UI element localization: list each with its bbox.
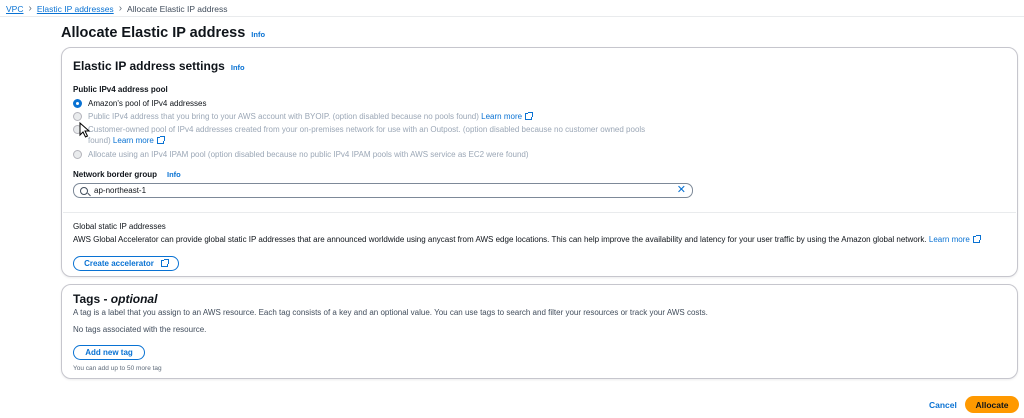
tags-panel: Tags - optional A tag is a label that yo…: [61, 284, 1018, 379]
breadcrumb: VPC › Elastic IP addresses › Allocate El…: [6, 3, 228, 15]
page-title: Allocate Elastic IP address Info: [61, 25, 265, 41]
tags-title-optional: optional: [110, 292, 158, 306]
border-group-label: Network border group Info: [73, 170, 181, 179]
tags-title-text: Tags -: [73, 292, 111, 306]
chevron-right-icon: ›: [28, 3, 32, 14]
create-accelerator-label: Create accelerator: [84, 259, 154, 268]
radio-button-selected[interactable]: [73, 99, 82, 108]
mouse-cursor-icon: [79, 122, 91, 138]
tags-description: A tag is a label that you assign to an A…: [73, 308, 708, 317]
settings-info-link[interactable]: Info: [231, 63, 245, 72]
radio-label-text-cont: found): [88, 136, 111, 145]
page-info-link[interactable]: Info: [251, 30, 265, 39]
learn-more-link[interactable]: Learn more: [112, 136, 165, 145]
breadcrumb-current: Allocate Elastic IP address: [127, 4, 228, 14]
radio-label: Amazon's pool of IPv4 addresses: [88, 99, 207, 108]
radio-label-text: Customer-owned pool of IPv4 addresses cr…: [88, 125, 646, 134]
radio-amazon-pool[interactable]: Amazon's pool of IPv4 addresses: [73, 98, 206, 109]
radio-ipam-pool[interactable]: Allocate using an IPv4 IPAM pool (option…: [73, 149, 529, 160]
learn-more-link-text: Learn more: [481, 112, 523, 121]
radio-button-disabled[interactable]: [73, 112, 82, 121]
breadcrumb-elastic-ip-link[interactable]: Elastic IP addresses: [37, 4, 114, 14]
elastic-ip-settings-panel: Elastic IP address settings Info Public …: [61, 47, 1018, 277]
radio-customer-owned-pool[interactable]: Customer-owned pool of IPv4 addresses cr…: [73, 124, 713, 146]
settings-title-text: Elastic IP address settings: [73, 59, 225, 73]
close-icon[interactable]: ✕: [677, 185, 686, 196]
radio-button-disabled[interactable]: [73, 150, 82, 159]
external-link-icon: [160, 259, 169, 267]
chevron-right-icon: ›: [118, 3, 123, 14]
learn-more-link[interactable]: Learn more: [481, 112, 534, 121]
cancel-button[interactable]: Cancel: [929, 400, 957, 410]
global-static-ip-title: Global static IP addresses: [73, 222, 166, 231]
global-static-ip-description: AWS Global Accelerator can provide globa…: [73, 234, 1003, 245]
page-title-text: Allocate Elastic IP address: [61, 25, 246, 41]
no-tags-message: No tags associated with the resource.: [73, 325, 207, 334]
radio-label: Customer-owned pool of IPv4 addresses cr…: [88, 124, 645, 146]
external-link-icon: [525, 112, 534, 120]
add-new-tag-button[interactable]: Add new tag: [73, 345, 145, 360]
radio-label-text: Public IPv4 address that you bring to yo…: [88, 112, 479, 121]
breadcrumb-vpc-link[interactable]: VPC: [6, 4, 23, 14]
learn-more-link[interactable]: Learn more: [928, 235, 981, 244]
border-group-label-text: Network border group: [73, 170, 158, 179]
border-group-info-link[interactable]: Info: [167, 170, 181, 179]
network-border-group-value: ap-northeast-1: [94, 186, 147, 195]
allocate-button[interactable]: Allocate: [965, 396, 1019, 413]
radio-byoip-pool[interactable]: Public IPv4 address that you bring to yo…: [73, 111, 534, 122]
pool-label: Public IPv4 address pool: [73, 85, 168, 94]
learn-more-link-text: Learn more: [928, 235, 970, 244]
tags-limit-hint: You can add up to 50 more tag: [73, 365, 162, 372]
settings-title: Elastic IP address settings Info: [73, 59, 245, 73]
section-divider: [63, 212, 1016, 213]
search-icon: [80, 186, 88, 195]
global-desc-text: AWS Global Accelerator can provide globa…: [73, 235, 927, 244]
header-divider: [0, 16, 1024, 17]
network-border-group-select[interactable]: ap-northeast-1 ✕: [73, 183, 693, 198]
external-link-icon: [972, 235, 981, 243]
radio-label: Public IPv4 address that you bring to yo…: [88, 111, 534, 122]
learn-more-link-text: Learn more: [112, 136, 154, 145]
external-link-icon: [156, 136, 165, 144]
create-accelerator-button[interactable]: Create accelerator: [73, 256, 179, 271]
tags-title: Tags - optional: [73, 292, 157, 306]
radio-label: Allocate using an IPv4 IPAM pool (option…: [88, 150, 529, 159]
